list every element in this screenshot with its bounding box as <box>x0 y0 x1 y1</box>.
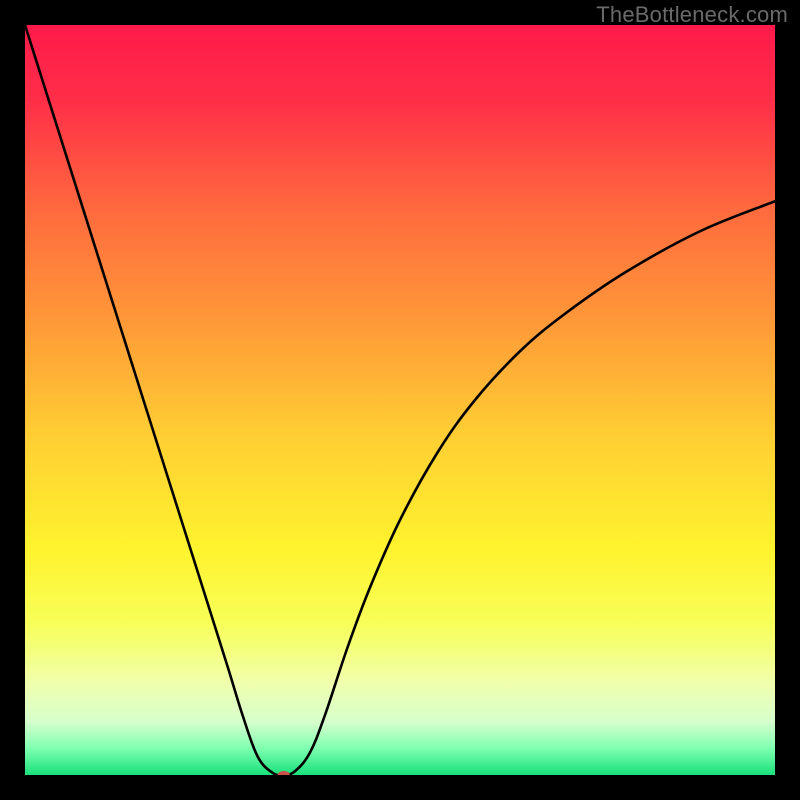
chart-frame: TheBottleneck.com <box>0 0 800 800</box>
gradient-background <box>25 25 775 775</box>
plot-area <box>25 25 775 775</box>
bottleneck-chart <box>25 25 775 775</box>
